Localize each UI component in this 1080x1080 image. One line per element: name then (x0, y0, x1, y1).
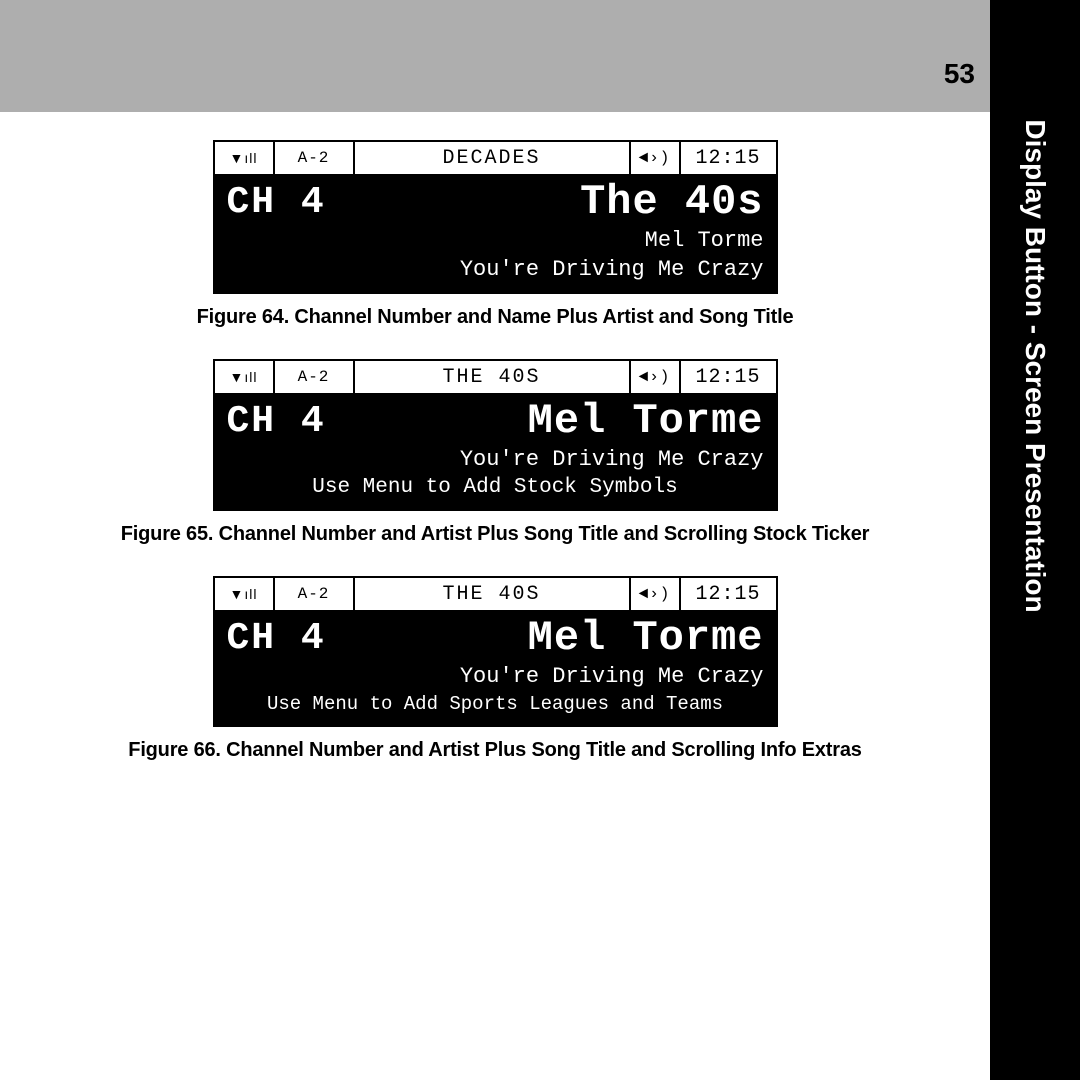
content-area: ▼ıll A-2 DECADES ◄›) 12:15 CH 4 The 40s … (0, 112, 990, 792)
speaker-icon: ◄›) (631, 142, 681, 174)
status-bar: ▼ıll A-2 DECADES ◄›) 12:15 (215, 142, 776, 174)
channel-number: CH 4 (227, 617, 326, 660)
figure-caption-65: Figure 65. Channel Number and Artist Plu… (80, 521, 910, 548)
main-row: CH 4 The 40s (215, 174, 776, 226)
signal-icon: ▼ıll (215, 142, 275, 174)
signal-icon: ▼ıll (215, 578, 275, 610)
side-tab-title: Display Button - Screen Presentation (1019, 119, 1051, 612)
category-label: DECADES (355, 142, 631, 174)
page: 53 Display Button - Screen Presentation … (0, 0, 1080, 1080)
category-label: THE 40S (355, 578, 631, 610)
main-row: CH 4 Mel Torme (215, 610, 776, 662)
song-line: You're Driving Me Crazy (215, 445, 776, 474)
channel-number: CH 4 (227, 181, 326, 224)
time-label: 12:15 (681, 578, 776, 610)
channel-number: CH 4 (227, 400, 326, 443)
radio-display-fig66: ▼ıll A-2 THE 40S ◄›) 12:15 CH 4 Mel Torm… (213, 576, 778, 727)
side-tab: Display Button - Screen Presentation (990, 0, 1080, 1080)
channel-name: The 40s (580, 178, 763, 226)
figure-caption-64: Figure 64. Channel Number and Name Plus … (80, 304, 910, 331)
status-bar: ▼ıll A-2 THE 40S ◄›) 12:15 (215, 578, 776, 610)
figure-caption-66: Figure 66. Channel Number and Artist Plu… (80, 737, 910, 764)
song-line: You're Driving Me Crazy (215, 662, 776, 691)
radio-display-fig65: ▼ıll A-2 THE 40S ◄›) 12:15 CH 4 Mel Torm… (213, 359, 778, 511)
ticker-line: Use Menu to Add Sports Leagues and Teams (215, 691, 776, 725)
speaker-icon: ◄›) (631, 361, 681, 393)
time-label: 12:15 (681, 142, 776, 174)
category-label: THE 40S (355, 361, 631, 393)
song-line: You're Driving Me Crazy (215, 255, 776, 292)
signal-icon: ▼ıll (215, 361, 275, 393)
speaker-icon: ◄›) (631, 578, 681, 610)
artist-line: Mel Torme (215, 226, 776, 255)
header-bar (0, 0, 990, 112)
preset-label: A-2 (275, 142, 355, 174)
main-row: CH 4 Mel Torme (215, 393, 776, 445)
page-number: 53 (944, 58, 975, 90)
ticker-line: Use Menu to Add Stock Symbols (215, 474, 776, 509)
preset-label: A-2 (275, 361, 355, 393)
artist-name: Mel Torme (528, 614, 764, 662)
preset-label: A-2 (275, 578, 355, 610)
status-bar: ▼ıll A-2 THE 40S ◄›) 12:15 (215, 361, 776, 393)
artist-name: Mel Torme (528, 397, 764, 445)
radio-display-fig64: ▼ıll A-2 DECADES ◄›) 12:15 CH 4 The 40s … (213, 140, 778, 294)
time-label: 12:15 (681, 361, 776, 393)
